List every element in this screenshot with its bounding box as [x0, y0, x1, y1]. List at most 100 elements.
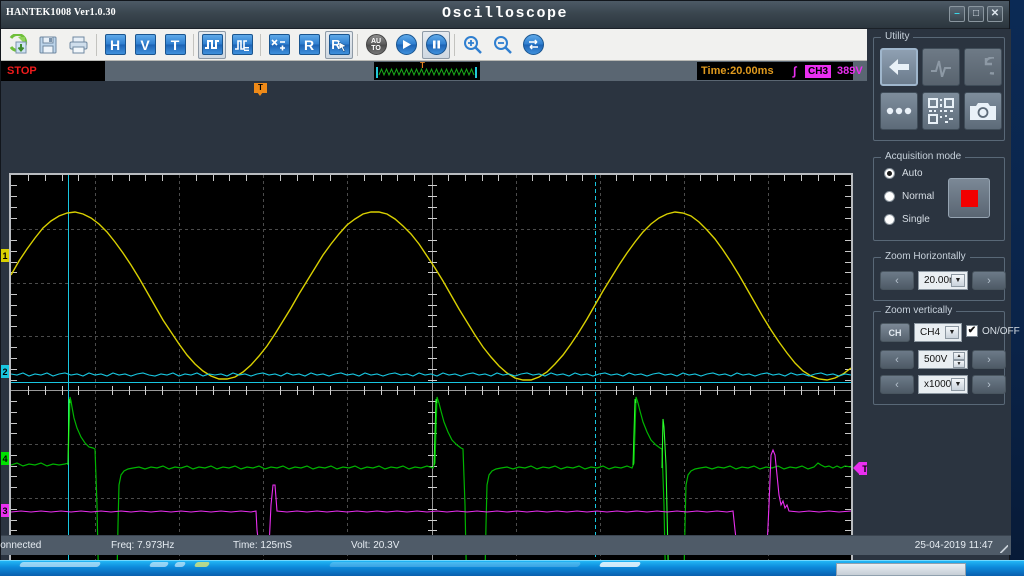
toolbar-divider-4 [357, 33, 358, 56]
zoom-vertical-group: Zoom vertically CH CH4 ▼ ✔ ON/OFF ‹ 500V… [873, 305, 1020, 405]
graticule-inner [11, 175, 851, 576]
record-icon[interactable]: R [295, 31, 323, 59]
undo-icon[interactable] [964, 48, 1002, 86]
zoom-vertical-volt-next[interactable]: › [972, 350, 1006, 369]
zoom-vertical-mag-value[interactable]: x10000 ▼ [918, 375, 968, 394]
waveform-list-glyph [231, 34, 253, 55]
back-arrow-icon[interactable] [880, 48, 918, 86]
zoom-horizontal-next-button[interactable]: › [972, 271, 1006, 290]
taskbar-window-button[interactable] [836, 563, 966, 576]
zoom-horizontal-prev-button[interactable]: ‹ [880, 271, 914, 290]
trigger-position-tip [257, 92, 263, 96]
zoom-vertical-onoff-label: ON/OFF [982, 325, 1020, 337]
vertical-icon-glyph: V [134, 34, 156, 55]
ch3-marker-label: 3 [1, 504, 9, 517]
acquisition-mode-group: Acquisition mode Auto Normal Single [873, 151, 1005, 241]
save-icon[interactable] [34, 31, 62, 59]
radio-auto[interactable]: Auto [884, 168, 923, 179]
minimize-button[interactable]: – [949, 6, 965, 22]
ch2-marker-label: 2 [1, 365, 9, 378]
zoom-in-icon[interactable] [459, 31, 487, 59]
channel-select-button[interactable]: CH [880, 323, 910, 342]
play-icon-glyph [395, 34, 417, 55]
trigger-edge-icon: ∫ [793, 64, 797, 78]
refresh-cycle-icon[interactable] [519, 31, 547, 59]
record-cursor-glyph: R [328, 34, 350, 55]
stop-acquisition-button[interactable] [948, 178, 990, 218]
ch4-marker-label: 4 [1, 452, 9, 465]
record-icon-glyph: R [298, 34, 320, 55]
oscilloscope-app: HANTEK1008 Ver1.0.30 Oscilloscope – □ ✕ [0, 0, 1024, 576]
oscilloscope-window: HANTEK1008 Ver1.0.30 Oscilloscope – □ ✕ [0, 0, 1020, 576]
more-options-icon[interactable] [880, 92, 918, 130]
zoom-out-icon[interactable] [489, 31, 517, 59]
math-icon[interactable] [265, 31, 293, 59]
zoom-horizontal-caption: Zoom Horizontally [881, 251, 970, 262]
trigger-info-box: Time:20.00ms ∫ CH3 389V [697, 62, 863, 80]
zoom-vertical-channel[interactable]: CH4 ▼ [914, 323, 962, 342]
utility-caption: Utility [881, 31, 914, 42]
trigger-source-badge: CH3 [805, 65, 832, 78]
chevron-down-icon[interactable]: ▼ [951, 378, 965, 391]
ch1-waveform [11, 211, 851, 381]
zoom-horizontal-value[interactable]: 20.00ms ▼ [918, 271, 968, 290]
trigger-level-label: 389V [837, 65, 863, 77]
waveform-display-icon[interactable] [198, 30, 226, 59]
close-button[interactable]: ✕ [987, 6, 1003, 22]
run-status-label: STOP [7, 65, 37, 77]
radio-single-indicator [884, 214, 895, 225]
page-title: Oscilloscope [441, 5, 569, 22]
waveform-list-icon[interactable] [228, 31, 256, 59]
zoom-horizontal-group: Zoom Horizontally ‹ 20.00ms ▼ › [873, 251, 1006, 301]
zoom-vertical-mag-prev[interactable]: ‹ [880, 375, 914, 394]
pause-icon[interactable] [422, 30, 450, 59]
stop-square-icon [960, 189, 978, 207]
ch2-waveform [11, 372, 851, 377]
toolbar-divider-5 [454, 33, 455, 56]
trigger-time-label: Time:20.00ms [701, 65, 774, 77]
toolbar-divider-3 [260, 33, 261, 56]
qrcode-icon[interactable] [922, 92, 960, 130]
title-bar: HANTEK1008 Ver1.0.30 Oscilloscope – □ ✕ [1, 1, 1009, 29]
radio-normal[interactable]: Normal [884, 191, 934, 202]
radio-normal-indicator [884, 191, 895, 202]
zoom-vertical-volt-prev[interactable]: ‹ [880, 350, 914, 369]
print-icon[interactable] [64, 31, 92, 59]
resize-grip[interactable] [1000, 545, 1008, 553]
datetime-readout: 25-04-2019 11:47 [914, 540, 993, 551]
connection-status: Connected [0, 540, 42, 551]
waveform-icon[interactable] [922, 48, 960, 86]
graticule[interactable] [9, 173, 853, 576]
auto-icon[interactable]: AU TO [362, 31, 390, 59]
radio-normal-label: Normal [902, 191, 935, 202]
refresh-download-icon[interactable] [4, 31, 32, 59]
record-cursor-icon[interactable]: R [325, 30, 353, 59]
run-icon[interactable] [392, 31, 420, 59]
waveform-preview[interactable]: T [374, 62, 480, 80]
radio-single[interactable]: Single [884, 214, 930, 225]
run-status-box: STOP [1, 61, 105, 81]
zoom-vertical-mag-next[interactable]: › [972, 375, 1006, 394]
zoom-vertical-onoff[interactable]: ✔ ON/OFF [966, 325, 1020, 337]
zoom-vertical-caption: Zoom vertically [881, 305, 957, 316]
radio-auto-indicator [884, 168, 895, 179]
taskbar[interactable] [0, 560, 1024, 576]
ch1-marker-label: 1 [1, 249, 9, 262]
ch3-waveform [11, 448, 851, 548]
maximize-button[interactable]: □ [968, 6, 984, 22]
toolbar-divider-2 [193, 33, 194, 56]
chevron-down-icon[interactable]: ▼ [951, 274, 965, 287]
waveform-canvas [11, 211, 851, 576]
zoom-vertical-volt-value[interactable]: 500V ▲ ▼ [918, 350, 968, 369]
horizontal-icon[interactable]: H [101, 31, 129, 59]
cycle-icon-glyph [522, 34, 544, 55]
spinner-icon[interactable]: ▲ ▼ [953, 352, 965, 368]
pause-icon-glyph [425, 34, 447, 55]
chevron-down-icon[interactable]: ▼ [945, 326, 959, 339]
window-controls: – □ ✕ [949, 6, 1003, 22]
vertical-icon[interactable]: V [131, 31, 159, 59]
camera-icon[interactable] [964, 92, 1002, 130]
volt-readout: Volt: 20.3V [351, 540, 400, 551]
trigger-icon[interactable]: T [161, 31, 189, 59]
trigger-position-marker[interactable]: T [254, 83, 267, 96]
